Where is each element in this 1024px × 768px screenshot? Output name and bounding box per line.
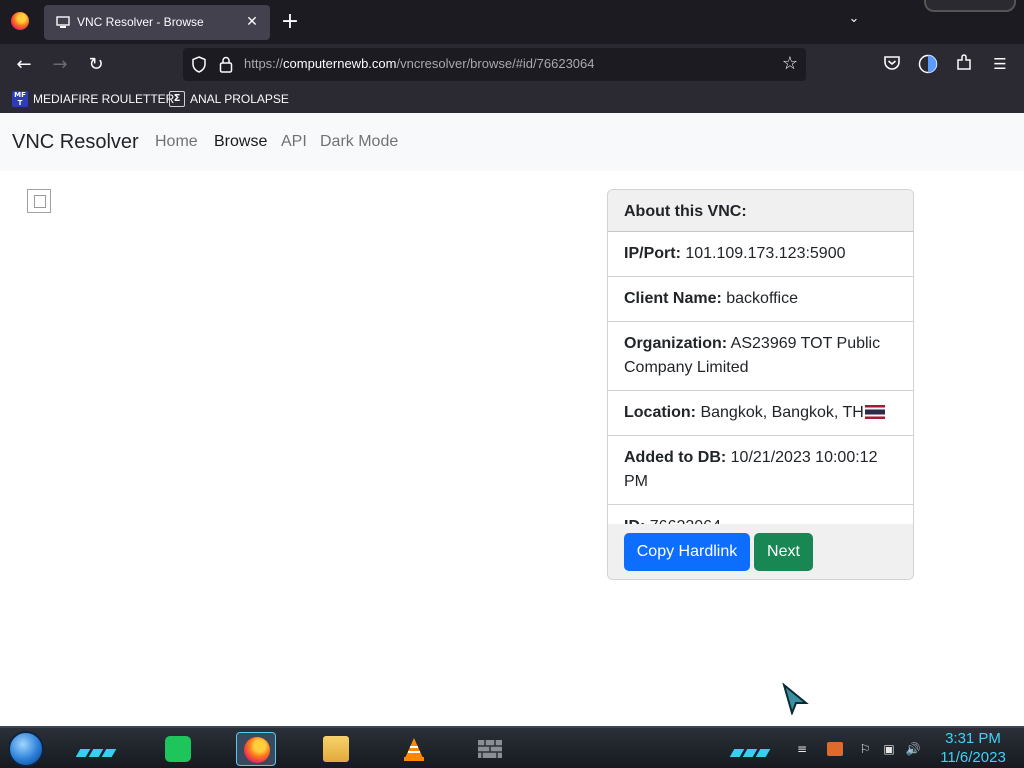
row-value: 101.109.173.123:5900 xyxy=(685,245,846,262)
taskbar-app-file-explorer[interactable] xyxy=(316,732,356,766)
thailand-flag-icon xyxy=(864,405,885,419)
url-path: /vncresolver/browse/#id/76623064 xyxy=(396,56,595,71)
back-arrow-icon[interactable]: ← xyxy=(10,51,38,79)
info-row-added-to-db: Added to DB: 10/21/2023 10:00:12 PM xyxy=(608,436,913,505)
taskbar-app-firefox[interactable] xyxy=(236,732,276,766)
tab-title: VNC Resolver - Browse xyxy=(77,15,204,29)
start-orb-icon[interactable] xyxy=(8,731,44,767)
clock-date: 11/6/2023 xyxy=(940,749,1006,766)
row-value: backoffice xyxy=(726,290,798,307)
taskbar-decoration xyxy=(729,742,771,757)
nav-browse[interactable]: Browse xyxy=(214,133,267,151)
site-favicon-icon xyxy=(56,16,70,28)
info-row-organization: Organization: AS23969 TOT Public Company… xyxy=(608,322,913,391)
row-label: IP/Port: xyxy=(624,245,681,262)
brick-wall-icon xyxy=(478,740,502,758)
nav-api[interactable]: API xyxy=(281,133,307,151)
action-center-flag-icon[interactable]: ⚐ xyxy=(857,742,873,756)
new-tab-plus-icon[interactable]: + xyxy=(279,9,301,35)
tab-vnc-resolver[interactable]: VNC Resolver - Browse ✕ xyxy=(44,5,270,40)
nav-home[interactable]: Home xyxy=(155,133,198,151)
info-row-ip-port: IP/Port: 101.109.173.123:5900 xyxy=(608,232,913,277)
bookmark-generic-icon: Σ xyxy=(169,91,185,107)
forward-arrow-icon[interactable]: → xyxy=(46,51,74,79)
folder-icon xyxy=(323,736,349,762)
navigation-toolbar: ← → ↻ https://computernewb.com/vncresolv… xyxy=(0,44,1024,85)
copy-hardlink-button[interactable]: Copy Hardlink xyxy=(624,533,750,571)
taskbar-app-firewall[interactable] xyxy=(470,732,510,766)
address-bar[interactable]: https://computernewb.com/vncresolver/bro… xyxy=(183,48,806,81)
nav-dark-mode[interactable]: Dark Mode xyxy=(320,133,398,151)
firefox-menu-icon[interactable] xyxy=(11,12,29,30)
url-text[interactable]: https://computernewb.com/vncresolver/bro… xyxy=(244,56,595,71)
hamburger-menu-icon[interactable]: ☰ xyxy=(990,54,1010,74)
row-value: Bangkok, Bangkok, TH xyxy=(700,404,864,421)
tray-app-icon[interactable] xyxy=(827,742,843,756)
clock-time: 3:31 PM xyxy=(945,730,1001,747)
show-hidden-icons-icon[interactable]: ≡ xyxy=(794,742,810,756)
bookmark-anal-prolapse[interactable]: Σ ANAL PROLAPSE xyxy=(169,90,289,108)
next-button[interactable]: Next xyxy=(754,533,813,571)
site-brand[interactable]: VNC Resolver xyxy=(12,131,139,154)
site-navbar: VNC Resolver Home Browse API Dark Mode xyxy=(0,113,1024,171)
url-host: computernewb.com xyxy=(283,56,397,71)
row-label: Client Name: xyxy=(624,290,722,307)
volume-icon[interactable]: 🔊 xyxy=(905,742,921,756)
card-header: About this VNC: xyxy=(608,190,913,232)
taskbar-app-vlc[interactable] xyxy=(394,732,434,766)
vlc-cone-icon xyxy=(404,738,424,761)
tab-bar: VNC Resolver - Browse ✕ + ⌄ xyxy=(0,0,1024,44)
bookmark-label: ANAL PROLAPSE xyxy=(190,92,289,106)
web-page: VNC Resolver Home Browse API Dark Mode A… xyxy=(0,113,1024,726)
system-clock[interactable]: 3:31 PM 11/6/2023 xyxy=(928,729,1018,767)
mediafire-bookmark-icon: MF T xyxy=(12,91,28,107)
row-label: Location: xyxy=(624,404,696,421)
bookmarks-toolbar: MF T MEDIAFIRE ROULETTER Σ ANAL PROLAPSE xyxy=(0,85,1024,113)
taskbar-decoration xyxy=(75,742,117,757)
mouse-cursor-icon xyxy=(782,683,809,715)
close-icon[interactable]: ✕ xyxy=(242,11,262,33)
tracking-shield-icon[interactable] xyxy=(191,56,207,73)
lock-icon[interactable] xyxy=(219,56,233,73)
url-prefix: https:// xyxy=(244,56,284,71)
taskbar-app-notes[interactable] xyxy=(158,732,198,766)
bookmark-mediafire-rouletter[interactable]: MF T MEDIAFIRE ROULETTER xyxy=(12,90,174,108)
reload-icon[interactable]: ↻ xyxy=(82,51,110,79)
row-label: Organization: xyxy=(624,335,728,352)
chevron-down-icon[interactable]: ⌄ xyxy=(843,11,865,33)
network-icon[interactable]: ▣ xyxy=(881,742,897,756)
row-label: Added to DB: xyxy=(624,449,727,466)
bookmark-star-icon[interactable]: ☆ xyxy=(780,54,800,74)
account-icon[interactable] xyxy=(918,54,938,74)
pocket-icon[interactable] xyxy=(882,54,902,74)
info-row-client-name: Client Name: backoffice xyxy=(608,277,913,322)
card-footer: Copy Hardlink Next xyxy=(608,524,913,579)
taskbar: ≡ ⚐ ▣ 🔊 3:31 PM 11/6/2023 xyxy=(0,726,1024,768)
notes-app-icon xyxy=(165,736,191,762)
bookmark-label: MEDIAFIRE ROULETTER xyxy=(33,92,175,106)
firefox-app-icon xyxy=(244,737,270,763)
vnc-info-card: About this VNC: IP/Port: 101.109.173.123… xyxy=(607,189,914,580)
extensions-icon[interactable] xyxy=(954,54,974,74)
info-row-location: Location: Bangkok, Bangkok, TH xyxy=(608,391,913,436)
broken-screenshot-image-icon xyxy=(27,189,51,213)
window-frame-decoration xyxy=(924,0,1016,12)
